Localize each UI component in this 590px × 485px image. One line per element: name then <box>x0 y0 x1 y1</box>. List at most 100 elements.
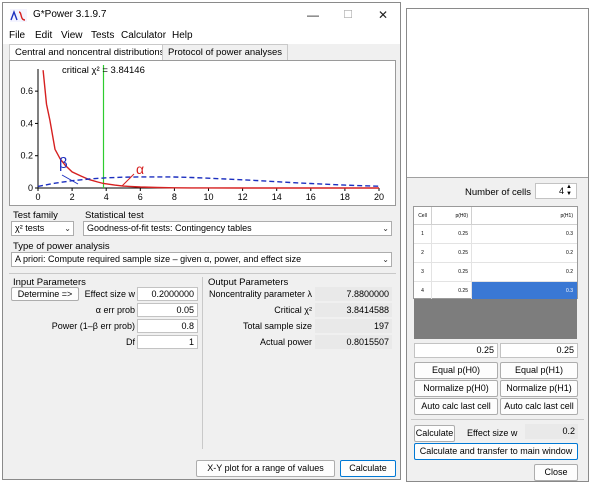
determine-button[interactable]: Determine => <box>11 287 79 301</box>
column-header-p-h1: p(H1) <box>472 207 577 225</box>
df-label: Df <box>126 337 135 347</box>
power-label: Power (1–β err prob) <box>51 321 135 331</box>
menu-file[interactable]: File <box>9 30 25 41</box>
table-cell-p-h1[interactable]: 0.2 <box>472 263 577 282</box>
critical-chi2-value: 3.8414588 <box>315 303 392 317</box>
x-tick-label: 20 <box>374 192 384 202</box>
close-window-button[interactable]: Close <box>534 464 578 481</box>
equal-p-h1-button[interactable]: Equal p(H1) <box>500 362 578 379</box>
distribution-plot: 0 2 4 6 8 10 12 14 16 18 20 0 0.2 0.4 0.6 critical χ² … <box>9 60 396 206</box>
calculate-button[interactable]: Calculate <box>340 460 396 477</box>
title-bar: G*Power 3.1.9.7 — ☐ ✕ <box>3 3 400 27</box>
window-title: G*Power 3.1.9.7 <box>33 9 107 20</box>
divider <box>202 277 203 449</box>
number-of-cells-value: 4 <box>558 186 564 196</box>
table-cell-p-h1[interactable]: 0.2 <box>472 244 577 263</box>
output-parameters-heading: Output Parameters <box>208 277 289 288</box>
x-tick-label: 10 <box>203 192 213 202</box>
auto-calc-p-h1-button[interactable]: Auto calc last cell <box>500 398 578 415</box>
test-family-value: χ² tests <box>15 223 45 233</box>
df-field[interactable]: 1 <box>137 335 198 349</box>
number-of-cells-label: Number of cells <box>465 187 531 198</box>
equal-p-h0-button[interactable]: Equal p(H0) <box>414 362 498 379</box>
effect-size-field[interactable]: 0.2000000 <box>137 287 198 301</box>
table-cell-index: 1 <box>414 225 432 244</box>
noncentral-distribution-curve <box>37 176 380 188</box>
gpower-main-window: G*Power 3.1.9.7 — ☐ ✕ File Edit View Tes… <box>2 2 401 480</box>
x-tick-label: 4 <box>104 192 109 202</box>
y-tick-label: 0.6 <box>20 86 33 96</box>
x-tick-label: 12 <box>238 192 248 202</box>
menu-view[interactable]: View <box>61 30 83 41</box>
x-tick-label: 14 <box>272 192 282 202</box>
sample-size-value: 197 <box>315 319 392 333</box>
normalize-p-h1-button[interactable]: Normalize p(H1) <box>500 380 578 397</box>
critical-value-label: critical χ² = 3.84146 <box>62 65 145 76</box>
gpower-logo-icon <box>10 9 27 22</box>
power-analysis-select[interactable]: A priori: Compute required sample size –… <box>11 252 392 267</box>
x-tick-label: 18 <box>340 192 350 202</box>
noncentrality-label: Noncentrality parameter λ <box>208 289 312 299</box>
beta-pointer <box>61 174 79 185</box>
test-family-label: Test family <box>13 210 58 221</box>
normalize-p-h0-button[interactable]: Normalize p(H0) <box>414 380 498 397</box>
test-family-select[interactable]: χ² tests ⌄ <box>11 221 74 236</box>
menu-calculator[interactable]: Calculator <box>121 30 166 41</box>
x-tick-label: 16 <box>306 192 316 202</box>
menu-help[interactable]: Help <box>172 30 193 41</box>
statistical-test-value: Goodness-of-fit tests: Contingency table… <box>87 223 252 233</box>
alpha-err-field[interactable]: 0.05 <box>137 303 198 317</box>
chevron-down-icon: ⌄ <box>382 255 389 264</box>
power-field[interactable]: 0.8 <box>137 319 198 333</box>
x-tick-label: 0 <box>35 192 40 202</box>
table-cell-p-h0[interactable]: 0.25 <box>432 263 472 282</box>
distribution-chart-svg: 0 2 4 6 8 10 12 14 16 18 20 0 0.2 0.4 0.6 <box>20 65 384 202</box>
table-empty-area <box>414 299 577 339</box>
tab-distributions[interactable]: Central and noncentral distributions <box>9 44 171 60</box>
menu-bar: File Edit View Tests Calculator Help <box>3 27 400 44</box>
menu-edit[interactable]: Edit <box>35 30 52 41</box>
table-cell-p-h1[interactable]: 0.3 <box>472 225 577 244</box>
noncentrality-value: 7.8800000 <box>315 287 392 301</box>
y-tick-label: 0.4 <box>20 118 33 128</box>
table-cell-index: 2 <box>414 244 432 263</box>
alpha-label: α <box>136 161 145 177</box>
tab-protocol[interactable]: Protocol of power analyses <box>162 44 289 60</box>
contingency-table-window: Number of cells 4 ▲ ▼ Cell p(H0) p(H1) 1 … <box>406 8 589 482</box>
table-cell-p-h0[interactable]: 0.25 <box>432 244 472 263</box>
x-tick-label: 8 <box>172 192 177 202</box>
auto-calc-p-h0-button[interactable]: Auto calc last cell <box>414 398 498 415</box>
blank-panel <box>407 9 588 177</box>
spinner-arrows-icon[interactable]: ▲ ▼ <box>566 184 572 198</box>
power-analysis-value: A priori: Compute required sample size –… <box>15 254 302 264</box>
xy-plot-button[interactable]: X-Y plot for a range of values <box>196 460 335 477</box>
sum-p-h0-field: 0.25 <box>414 343 498 358</box>
critical-chi2-label: Critical χ² <box>274 305 312 315</box>
minimize-button[interactable]: — <box>295 6 331 24</box>
calculate-transfer-button[interactable]: Calculate and transfer to main window <box>414 443 578 460</box>
maximize-button[interactable]: ☐ <box>330 6 366 24</box>
central-distribution-curve <box>42 70 379 189</box>
table-cell-index: 3 <box>414 263 432 282</box>
x-tick-label: 2 <box>70 192 75 202</box>
side-effect-size-value: 0.2 <box>525 424 578 439</box>
alpha-pointer <box>121 173 135 187</box>
menu-tests[interactable]: Tests <box>91 30 114 41</box>
divider <box>9 273 396 274</box>
alpha-err-label: α err prob <box>95 305 135 315</box>
statistical-test-select[interactable]: Goodness-of-fit tests: Contingency table… <box>83 221 392 236</box>
side-effect-size-label: Effect size w <box>467 428 518 438</box>
side-calculate-button[interactable]: Calculate <box>414 425 455 442</box>
sample-size-label: Total sample size <box>242 321 312 331</box>
effect-size-label: Effect size w <box>84 289 135 299</box>
sum-p-h1-field: 0.25 <box>500 343 578 358</box>
table-cell-p-h0[interactable]: 0.25 <box>432 225 472 244</box>
actual-power-value: 0.8015507 <box>315 335 392 349</box>
divider <box>411 419 584 420</box>
actual-power-label: Actual power <box>259 337 312 347</box>
y-tick-label: 0.2 <box>20 151 33 161</box>
cell-probability-table: Cell p(H0) p(H1) 1 0.25 0.3 2 0.25 0.2 3… <box>413 206 578 301</box>
power-analysis-label: Type of power analysis <box>13 241 110 252</box>
chevron-down-icon: ⌄ <box>64 224 71 233</box>
close-button[interactable]: ✕ <box>365 6 401 24</box>
